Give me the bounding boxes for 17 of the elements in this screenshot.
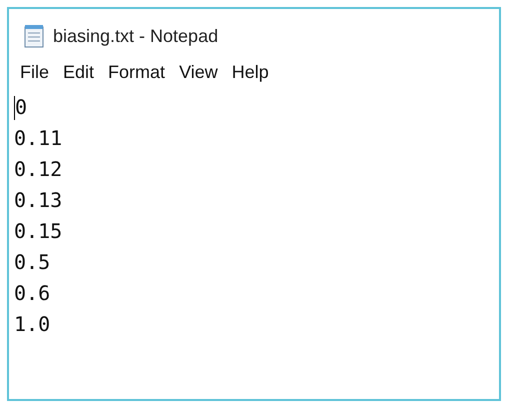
menu-item[interactable]: File <box>13 58 56 86</box>
menu-item[interactable]: Help <box>224 58 276 86</box>
text-line: 1.0 <box>14 311 50 338</box>
notepad-icon <box>23 24 45 48</box>
text-line: 0.5 <box>14 249 50 276</box>
text-line: 0.13 <box>14 187 62 214</box>
menu-item[interactable]: Format <box>101 58 172 86</box>
text-line: 0.12 <box>14 156 62 183</box>
text-line: 0.6 <box>14 280 50 307</box>
menu-item[interactable]: Edit <box>56 58 102 86</box>
window-title: biasing.txt - Notepad <box>53 24 218 48</box>
text-line: 0.11 <box>14 125 62 152</box>
text-cursor <box>14 96 15 120</box>
menu-item[interactable]: View <box>172 58 225 86</box>
text-line: 0 <box>15 94 28 121</box>
text-area[interactable]: 0 0.11 0.12 0.13 0.15 0.5 0.6 1.0 <box>9 91 499 399</box>
text-line: 0.15 <box>14 218 62 245</box>
